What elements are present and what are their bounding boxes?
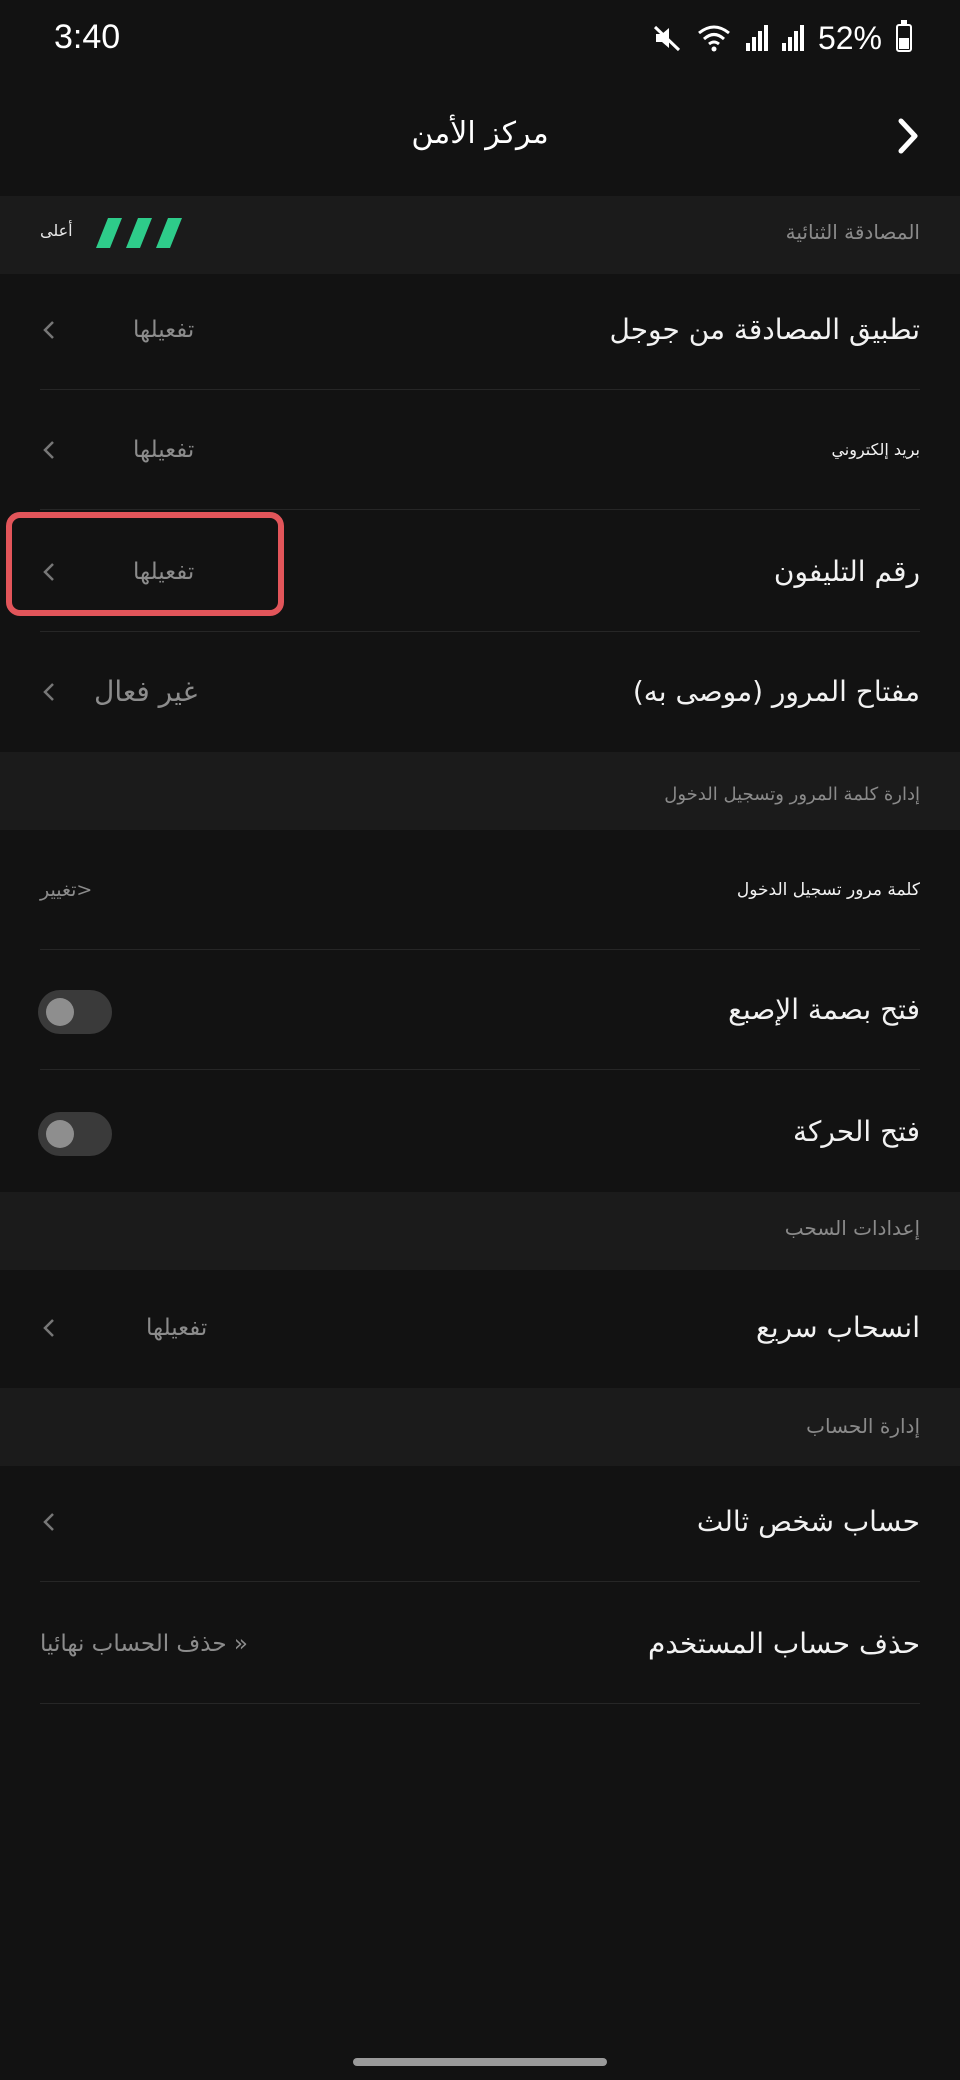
row-quick-withdraw[interactable]: انسحاب سريع تفعيلها — [0, 1268, 960, 1388]
row-google-authenticator[interactable]: تطبيق المصادقة من جوجل تفعيلها — [0, 270, 960, 390]
signal-1-icon — [745, 25, 768, 51]
highlight-box — [6, 512, 284, 616]
chevron-left-icon — [43, 1513, 54, 1531]
gesture-toggle[interactable] — [38, 1112, 112, 1156]
chevron-left-icon — [43, 441, 54, 459]
security-strength-indicator — [96, 218, 182, 248]
row-passkey[interactable]: مفتاح المرور (موصى به) غير فعال — [0, 632, 960, 752]
status-time: 3:40 — [54, 18, 121, 56]
divider — [40, 509, 920, 510]
chevron-left-icon — [43, 683, 54, 701]
section-withdrawal-settings: إعدادات السحب — [0, 1192, 960, 1270]
row-gesture-unlock: فتح الحركة — [0, 1072, 960, 1192]
change-link[interactable]: تغيير> — [40, 830, 92, 950]
chevron-left-icon — [43, 321, 54, 339]
fingerprint-toggle[interactable] — [38, 990, 112, 1034]
wifi-icon — [698, 25, 730, 52]
row-value: تفعيلها — [146, 1315, 208, 1341]
section-account-management: إدارة الحساب — [0, 1388, 960, 1466]
row-value: غير فعال — [94, 675, 198, 708]
section-password-management: إدارة كلمة المرور وتسجيل الدخول — [0, 752, 960, 830]
signal-2-icon — [781, 25, 804, 51]
row-label: مفتاح المرور (موصى به) — [632, 675, 920, 708]
row-label: تطبيق المصادقة من جوجل — [609, 313, 921, 346]
row-value: تفعيلها — [133, 437, 195, 463]
page-title: مركز الأمن — [411, 116, 549, 151]
section-title: إدارة الحساب — [806, 1414, 920, 1438]
security-strength-label: أعلى — [40, 221, 73, 240]
row-label: رقم التليفون — [773, 555, 920, 588]
section-title: إعدادات السحب — [784, 1216, 920, 1240]
row-label: حساب شخص ثالث — [696, 1505, 920, 1538]
status-bar: 3:40 52% — [0, 0, 960, 80]
row-third-party-account[interactable]: حساب شخص ثالث — [0, 1462, 960, 1582]
toggle-knob — [46, 1120, 74, 1148]
divider — [40, 1581, 920, 1582]
divider — [40, 1069, 920, 1070]
battery-percent: 52% — [817, 19, 882, 56]
chevron-right-icon — [898, 118, 918, 154]
row-label: حذف حساب المستخدم — [647, 1627, 920, 1660]
status-icons: 52% — [652, 16, 912, 60]
row-label: فتح بصمة الإصبع — [728, 993, 920, 1026]
toggle-knob — [46, 998, 74, 1026]
row-delete-account[interactable]: حذف حساب المستخدم حذف الحساب نهائيا » — [0, 1584, 960, 1704]
row-fingerprint-unlock: فتح بصمة الإصبع — [0, 950, 960, 1070]
row-label: كلمة مرور تسجيل الدخول — [736, 880, 920, 900]
back-button[interactable] — [880, 108, 936, 164]
battery-icon — [896, 20, 912, 52]
delete-account-link[interactable]: حذف الحساب نهائيا » — [40, 1584, 248, 1704]
section-title: المصادقة الثنائية — [785, 220, 920, 244]
row-label: فتح الحركة — [793, 1115, 920, 1148]
row-label: بريد إلكتروني — [831, 440, 920, 459]
chevron-left-icon — [43, 1319, 54, 1337]
row-value: تفعيلها — [133, 317, 195, 343]
divider — [40, 1703, 920, 1704]
row-label: انسحاب سريع — [755, 1311, 920, 1344]
app-header: مركز الأمن — [0, 80, 960, 190]
home-indicator[interactable] — [353, 2058, 607, 2066]
row-login-password[interactable]: كلمة مرور تسجيل الدخول تغيير> — [0, 830, 960, 950]
section-title: إدارة كلمة المرور وتسجيل الدخول — [664, 784, 920, 805]
mute-icon — [653, 25, 680, 52]
row-email[interactable]: بريد إلكتروني تفعيلها — [0, 390, 960, 510]
